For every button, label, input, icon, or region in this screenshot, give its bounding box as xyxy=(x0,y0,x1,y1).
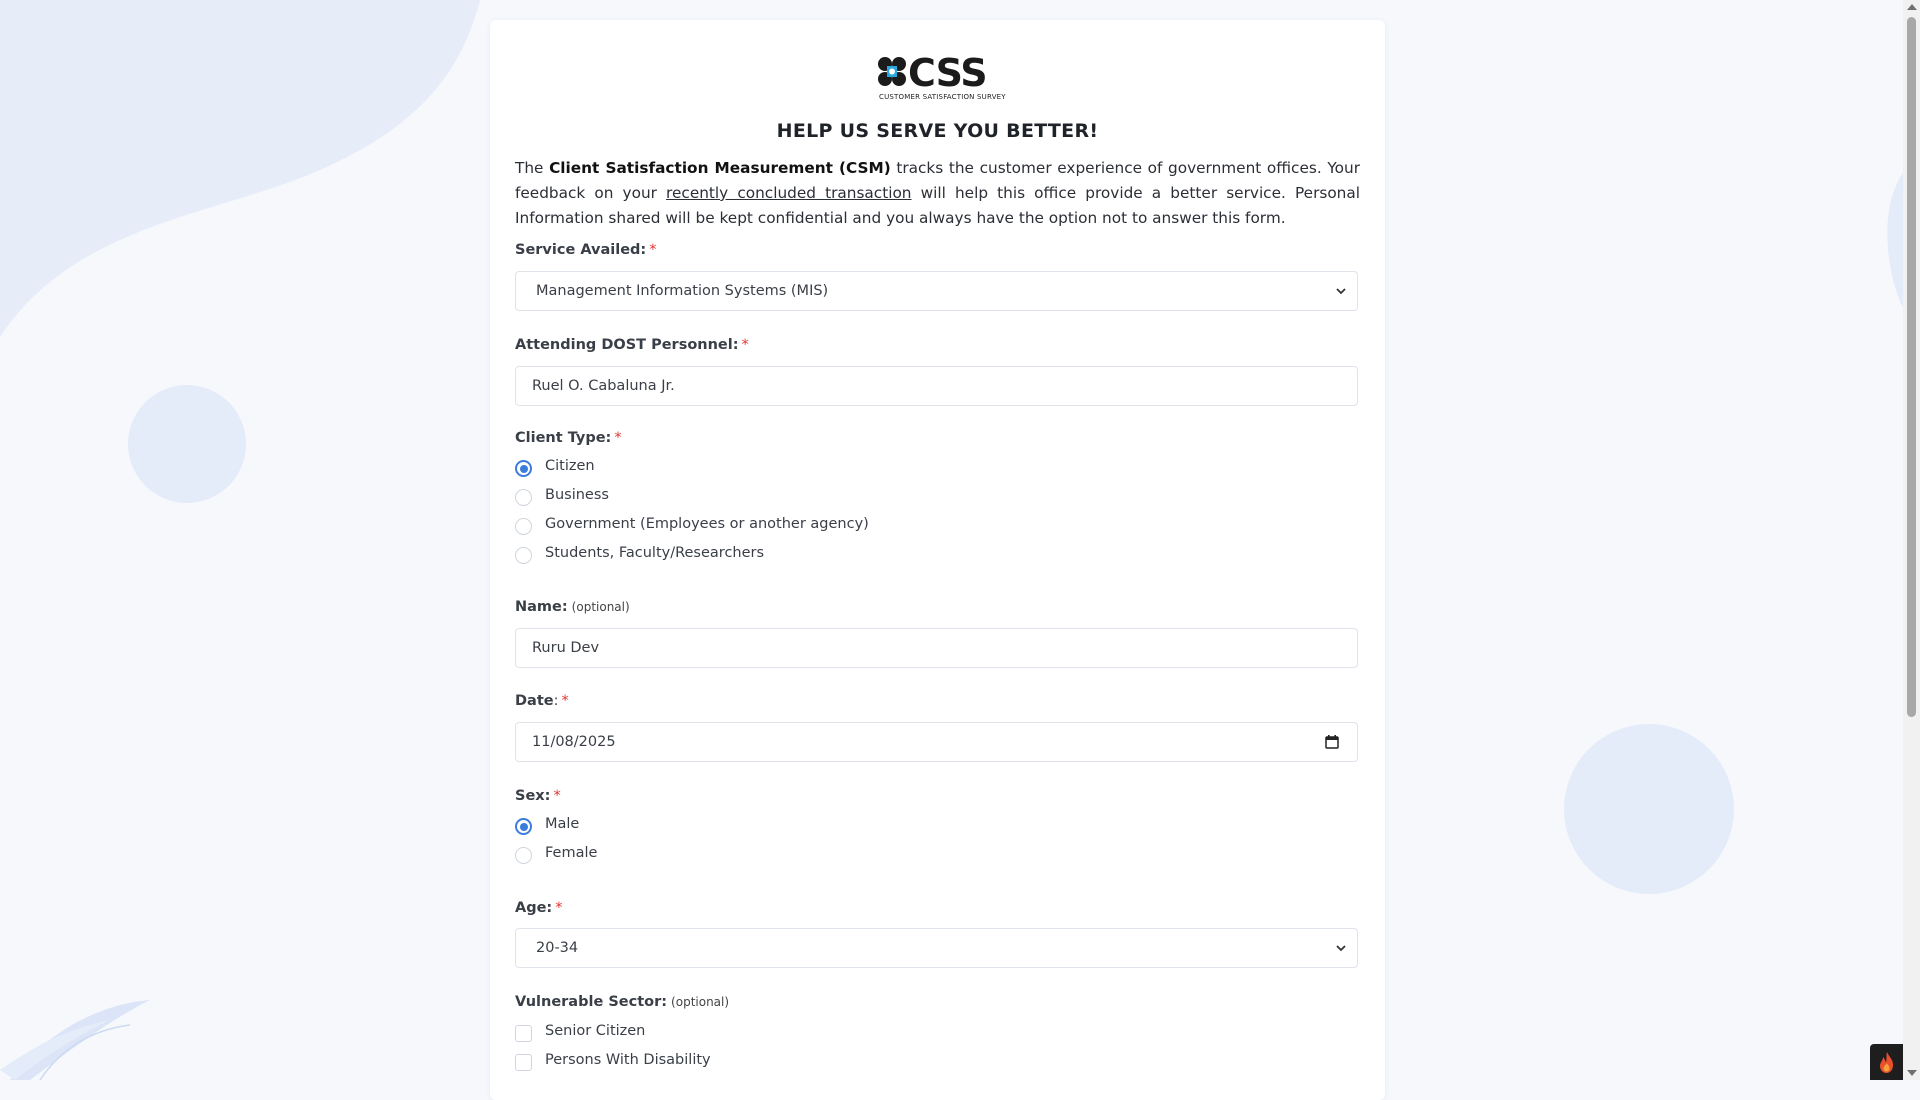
background-circle xyxy=(1564,724,1734,894)
logo-mark-icon xyxy=(878,57,906,86)
vertical-scrollbar[interactable] xyxy=(1903,0,1920,1080)
intro-paragraph: The Client Satisfaction Measurement (CSM… xyxy=(515,159,1361,227)
fire-icon xyxy=(1880,1052,1893,1073)
page-title: HELP US SERVE YOU BETTER! xyxy=(776,120,1099,142)
sex-label: Sex: * xyxy=(515,788,561,804)
background-wave-shape xyxy=(0,0,480,580)
radio-selected[interactable] xyxy=(515,818,532,835)
age-label: Age: * xyxy=(515,900,563,916)
logo-text: CSS xyxy=(908,51,988,95)
radio[interactable] xyxy=(515,847,532,864)
date-label: Date: * xyxy=(515,693,569,709)
radio[interactable] xyxy=(515,547,532,564)
scroll-up-icon[interactable] xyxy=(1907,4,1917,10)
service-label: Service Availed: * xyxy=(515,242,657,258)
vulnerable-sector-label: Vulnerable Sector: (optional) xyxy=(515,994,730,1010)
logo-subtitle: CUSTOMER SATISFACTION SURVEY xyxy=(879,93,1006,101)
checkbox[interactable] xyxy=(515,1054,532,1071)
radio[interactable] xyxy=(515,518,532,535)
date-input[interactable]: 11/08/2025 xyxy=(515,722,1358,762)
radio[interactable] xyxy=(515,489,532,506)
chevron-down-icon xyxy=(1336,945,1346,952)
csm-emphasis: Client Satisfaction Measurement (CSM) xyxy=(549,159,891,177)
personnel-label: Attending DOST Personnel: * xyxy=(515,337,749,353)
survey-form-card: CSS CUSTOMER SATISFACTION SURVEY HELP US… xyxy=(490,20,1385,1100)
age-select[interactable]: 20-34 xyxy=(515,928,1358,968)
name-label: Name: (optional) xyxy=(515,599,630,615)
transaction-underline: recently concluded transaction xyxy=(666,184,912,202)
scrollbar-thumb[interactable] xyxy=(1907,17,1916,717)
chevron-down-icon xyxy=(1336,288,1346,295)
leaf-decoration xyxy=(0,1000,150,1080)
service-select[interactable]: Management Information Systems (MIS) xyxy=(515,271,1358,311)
scroll-down-icon[interactable] xyxy=(1907,1070,1917,1076)
name-input[interactable]: Ruru Dev xyxy=(515,628,1358,668)
radio-selected[interactable] xyxy=(515,460,532,477)
client-type-label: Client Type: * xyxy=(515,430,622,446)
checkbox[interactable] xyxy=(515,1025,532,1042)
calendar-icon[interactable] xyxy=(1325,735,1339,749)
personnel-input[interactable]: Ruel O. Cabaluna Jr. xyxy=(515,366,1358,406)
css-logo: CSS CUSTOMER SATISFACTION SURVEY xyxy=(876,51,1006,101)
floating-fire-button[interactable] xyxy=(1870,1044,1903,1080)
background-circle xyxy=(128,385,246,503)
